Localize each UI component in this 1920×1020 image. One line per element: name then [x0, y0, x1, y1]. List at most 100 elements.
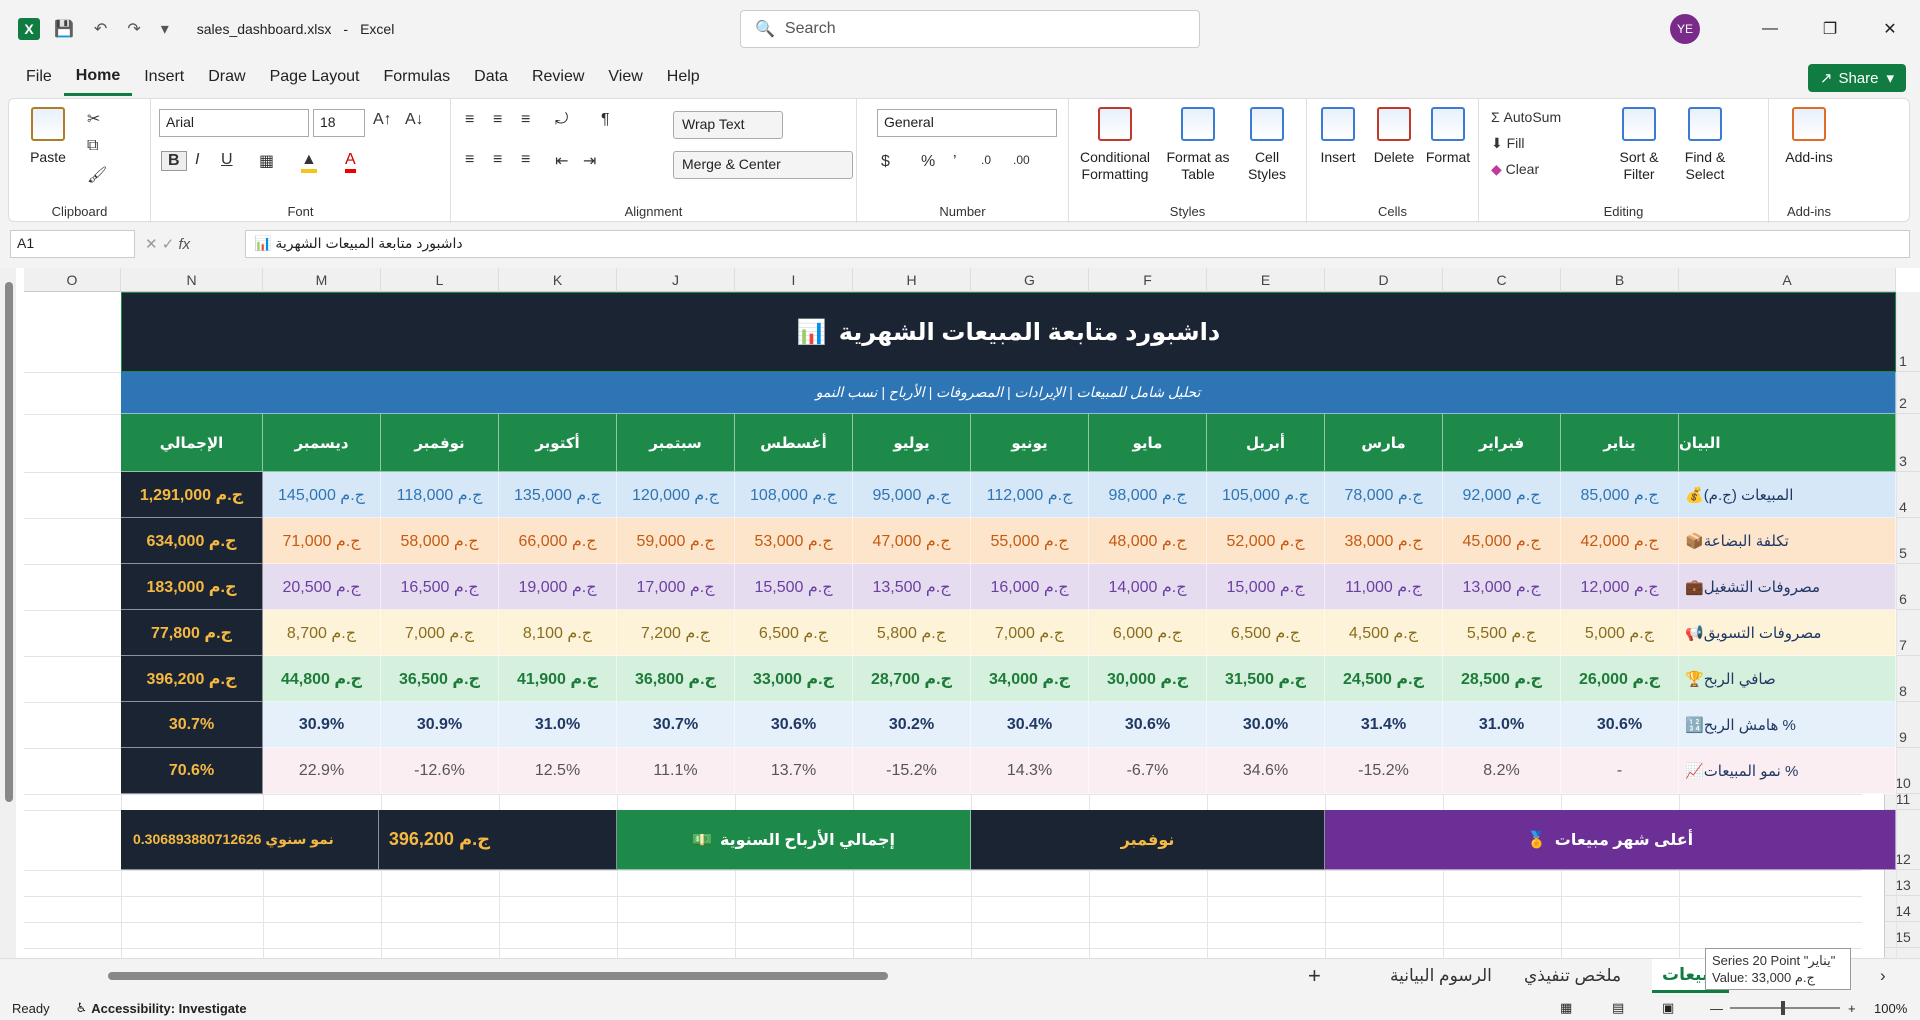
- data-cell[interactable]: -6.7%: [1089, 748, 1207, 794]
- data-cell[interactable]: ج.م 5,500: [1443, 610, 1561, 656]
- total-cell[interactable]: 70.6%: [121, 748, 263, 794]
- total-cell[interactable]: ج.م 1,291,000: [121, 472, 263, 518]
- minimize-icon[interactable]: —: [1740, 20, 1800, 38]
- share-button[interactable]: ↗ Share ▾: [1807, 64, 1906, 92]
- kpi-growth[interactable]: نمو سنوي 0.306893880712626: [121, 810, 379, 870]
- data-cell[interactable]: ج.م 19,000: [499, 564, 617, 610]
- data-cell[interactable]: 31.0%: [1443, 702, 1561, 748]
- total-cell[interactable]: ج.م 77,800: [121, 610, 263, 656]
- increase-decimal-icon[interactable]: .0: [981, 153, 991, 167]
- column-header-C[interactable]: C: [1443, 268, 1561, 292]
- data-cell[interactable]: 8.2%: [1443, 748, 1561, 794]
- data-cell[interactable]: ج.م 13,500: [853, 564, 971, 610]
- data-cell[interactable]: ج.م 16,000: [971, 564, 1089, 610]
- align-top-icon[interactable]: ≡: [465, 111, 474, 129]
- font-name-select[interactable]: Arial: [159, 109, 309, 137]
- header-cell[interactable]: أغسطس: [735, 414, 853, 472]
- cell-styles-button[interactable]: Cell Styles: [1237, 107, 1297, 183]
- data-cell[interactable]: ج.م 12,000: [1561, 564, 1679, 610]
- data-cell[interactable]: ج.م 15,500: [735, 564, 853, 610]
- data-cell[interactable]: ج.م 59,000: [617, 518, 735, 564]
- data-cell[interactable]: ج.م 145,000: [263, 472, 381, 518]
- data-cell[interactable]: ج.م 28,700: [853, 656, 971, 702]
- column-header-L[interactable]: L: [381, 268, 499, 292]
- clear-button[interactable]: ◆ Clear: [1491, 161, 1539, 178]
- header-cell[interactable]: يناير: [1561, 414, 1679, 472]
- column-header-A[interactable]: A: [1679, 268, 1896, 292]
- data-cell[interactable]: ج.م 95,000: [853, 472, 971, 518]
- header-cell[interactable]: أبريل: [1207, 414, 1325, 472]
- data-cell[interactable]: ج.م 5,000: [1561, 610, 1679, 656]
- data-cell[interactable]: -15.2%: [853, 748, 971, 794]
- header-cell[interactable]: يونيو: [971, 414, 1089, 472]
- data-cell[interactable]: ج.م 98,000: [1089, 472, 1207, 518]
- header-cell[interactable]: سبتمبر: [617, 414, 735, 472]
- row-header-13[interactable]: 13: [1885, 870, 1920, 896]
- data-cell[interactable]: ج.م 30,000: [1089, 656, 1207, 702]
- data-cell[interactable]: 30.2%: [853, 702, 971, 748]
- orientation-icon[interactable]: ⤾: [555, 111, 568, 129]
- decrease-indent-icon[interactable]: ⇤: [555, 151, 568, 171]
- data-cell[interactable]: ج.م 41,900: [499, 656, 617, 702]
- row-label[interactable]: صافي الربح 🏆: [1679, 656, 1896, 702]
- data-cell[interactable]: ج.م 6,500: [1207, 610, 1325, 656]
- data-cell[interactable]: ج.م 78,000: [1325, 472, 1443, 518]
- underline-button[interactable]: U: [221, 151, 233, 169]
- column-header-N[interactable]: N: [121, 268, 263, 292]
- data-cell[interactable]: 31.0%: [499, 702, 617, 748]
- dashboard-title[interactable]: داشبورد متابعة المبيعات الشهرية 📊: [121, 292, 1896, 372]
- data-cell[interactable]: ج.م 52,000: [1207, 518, 1325, 564]
- bold-button[interactable]: B: [161, 151, 187, 171]
- data-cell[interactable]: ج.م 7,000: [971, 610, 1089, 656]
- row-header-14[interactable]: 14: [1885, 896, 1920, 922]
- find-select-button[interactable]: Find & Select: [1675, 107, 1735, 183]
- data-cell[interactable]: ج.م 44,800: [263, 656, 381, 702]
- accessibility-status[interactable]: Accessibility: Investigate: [91, 1001, 246, 1016]
- data-cell[interactable]: ج.م 135,000: [499, 472, 617, 518]
- sheet-tab-summary[interactable]: ملخص تنفيذي: [1524, 959, 1621, 993]
- data-cell[interactable]: ج.م 112,000: [971, 472, 1089, 518]
- column-header-D[interactable]: D: [1325, 268, 1443, 292]
- horizontal-scrollbar[interactable]: [28, 969, 888, 981]
- header-cell[interactable]: فبراير: [1443, 414, 1561, 472]
- font-color-icon[interactable]: A: [345, 151, 356, 173]
- data-cell[interactable]: 11.1%: [617, 748, 735, 794]
- header-cell[interactable]: مايو: [1089, 414, 1207, 472]
- data-cell[interactable]: 22.9%: [263, 748, 381, 794]
- tab-page-layout[interactable]: Page Layout: [258, 58, 372, 96]
- customize-qat-icon[interactable]: ▾: [155, 19, 175, 39]
- data-cell[interactable]: 30.6%: [735, 702, 853, 748]
- data-cell[interactable]: 14.3%: [971, 748, 1089, 794]
- increase-font-icon[interactable]: A↑: [373, 111, 392, 129]
- data-cell[interactable]: ج.م 15,000: [1207, 564, 1325, 610]
- data-cell[interactable]: ج.م 36,800: [617, 656, 735, 702]
- row-label[interactable]: % نمو المبيعات 📈: [1679, 748, 1896, 794]
- page-layout-icon[interactable]: ▤: [1612, 1000, 1624, 1016]
- data-cell[interactable]: ج.م 8,100: [499, 610, 617, 656]
- data-cell[interactable]: ج.م 20,500: [263, 564, 381, 610]
- normal-view-icon[interactable]: ▦: [1560, 1000, 1572, 1016]
- data-cell[interactable]: ج.م 17,000: [617, 564, 735, 610]
- data-cell[interactable]: ج.م 34,000: [971, 656, 1089, 702]
- header-cell[interactable]: يوليو: [853, 414, 971, 472]
- decrease-decimal-icon[interactable]: .00: [1013, 153, 1030, 167]
- data-cell[interactable]: ج.م 66,000: [499, 518, 617, 564]
- total-cell[interactable]: ج.م 634,000: [121, 518, 263, 564]
- format-as-table-button[interactable]: Format as Table: [1163, 107, 1233, 183]
- search-box[interactable]: 🔍 Search: [740, 10, 1200, 48]
- header-cell[interactable]: ديسمبر: [263, 414, 381, 472]
- data-cell[interactable]: 30.7%: [617, 702, 735, 748]
- copy-icon[interactable]: ⧉: [87, 137, 98, 155]
- data-cell[interactable]: ج.م 42,000: [1561, 518, 1679, 564]
- total-cell[interactable]: 30.7%: [121, 702, 263, 748]
- align-bottom-icon[interactable]: ≡: [521, 111, 530, 129]
- tab-insert[interactable]: Insert: [132, 58, 196, 96]
- data-cell[interactable]: ج.م 31,500: [1207, 656, 1325, 702]
- accessibility-icon[interactable]: ♿: [76, 1000, 88, 1016]
- formula-input[interactable]: داشبورد متابعة المبيعات الشهرية 📊: [245, 230, 1910, 258]
- column-header-J[interactable]: J: [617, 268, 735, 292]
- tab-view[interactable]: View: [596, 58, 654, 96]
- data-cell[interactable]: 31.4%: [1325, 702, 1443, 748]
- data-cell[interactable]: ج.م 92,000: [1443, 472, 1561, 518]
- header-cell[interactable]: البيان: [1679, 414, 1896, 472]
